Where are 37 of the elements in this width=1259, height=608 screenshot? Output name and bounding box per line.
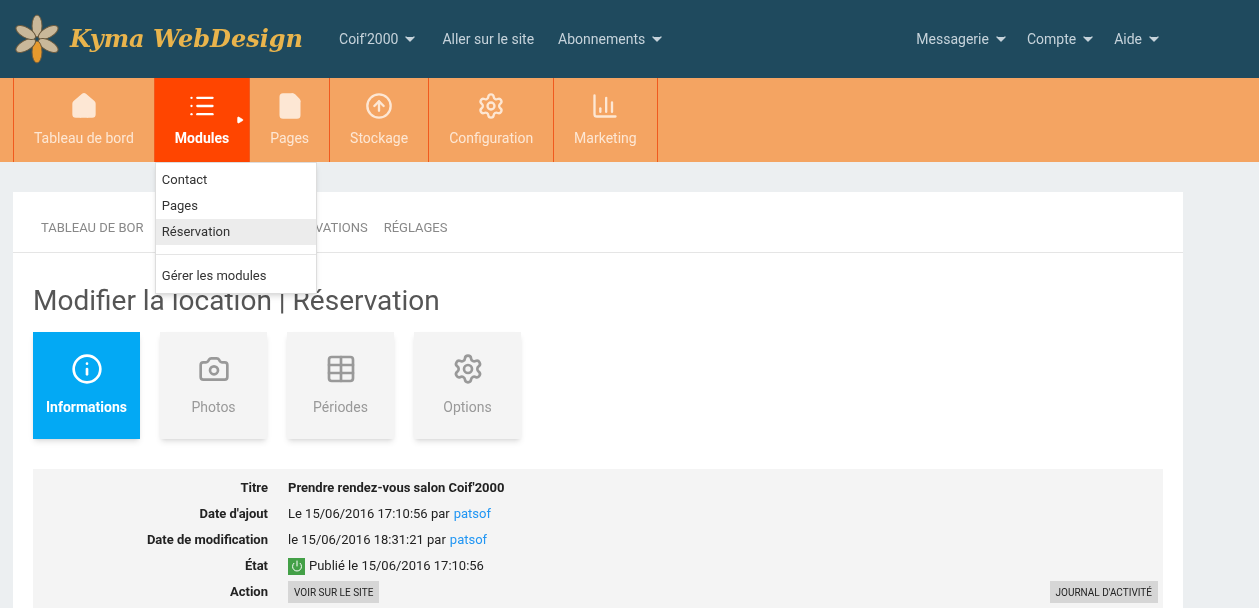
- section-tile[interactable]: Périodes: [287, 332, 394, 439]
- field-value: Prendre rendez-vous salon Coif'2000: [288, 479, 505, 498]
- nav-link[interactable]: Abonnements: [546, 28, 678, 50]
- action-button[interactable]: VOIR SUR LE SITE: [288, 581, 380, 603]
- section-tile[interactable]: Informations: [33, 332, 140, 439]
- section-tile[interactable]: Photos: [160, 332, 267, 439]
- nav-link[interactable]: Compte: [1017, 28, 1106, 50]
- field-value: Le 15/06/2016 17:10:56 par: [288, 505, 450, 524]
- menu-item[interactable]: Pages: [155, 193, 316, 219]
- field-label: Date de modification: [145, 531, 269, 550]
- field-label: Date d'ajout: [198, 505, 269, 524]
- author-link[interactable]: patsof: [453, 504, 491, 524]
- nav-link[interactable]: Messagerie: [907, 28, 1018, 50]
- sub-tab[interactable]: RÉGLAGES: [383, 218, 448, 238]
- gear-icon: [477, 91, 506, 120]
- sub-tab[interactable]: VATIONS: [315, 218, 368, 238]
- nav-link[interactable]: Aller sur le site: [430, 28, 547, 50]
- author-link[interactable]: patsof: [449, 530, 488, 550]
- field-label: Titre: [239, 479, 269, 498]
- menu-item[interactable]: Réservation: [155, 219, 316, 245]
- menu-item[interactable]: Contact: [155, 167, 316, 193]
- main-nav-tab[interactable]: Modules: [154, 78, 250, 162]
- logo-text: Kyma WebDesign: [70, 23, 303, 55]
- field-label: Action: [229, 583, 269, 602]
- nav-link[interactable]: Coif'2000: [327, 28, 431, 50]
- menu-item[interactable]: Gérer les modules: [155, 263, 316, 289]
- field-label: État: [243, 557, 269, 576]
- section-tile[interactable]: Options: [414, 332, 521, 439]
- action-button[interactable]: JOURNAL D'ACTIVITÉ: [1049, 581, 1158, 603]
- bar-chart-icon: [591, 91, 620, 120]
- info-icon: [70, 353, 103, 385]
- upload-icon: [365, 91, 394, 120]
- field-value: Publié le 15/06/2016 17:10:56: [309, 557, 484, 576]
- home-icon: [69, 91, 98, 120]
- nav-link[interactable]: Aide: [1105, 28, 1171, 50]
- field-value: le 15/06/2016 18:31:21 par: [288, 531, 446, 550]
- flower-logo-icon: [12, 14, 62, 64]
